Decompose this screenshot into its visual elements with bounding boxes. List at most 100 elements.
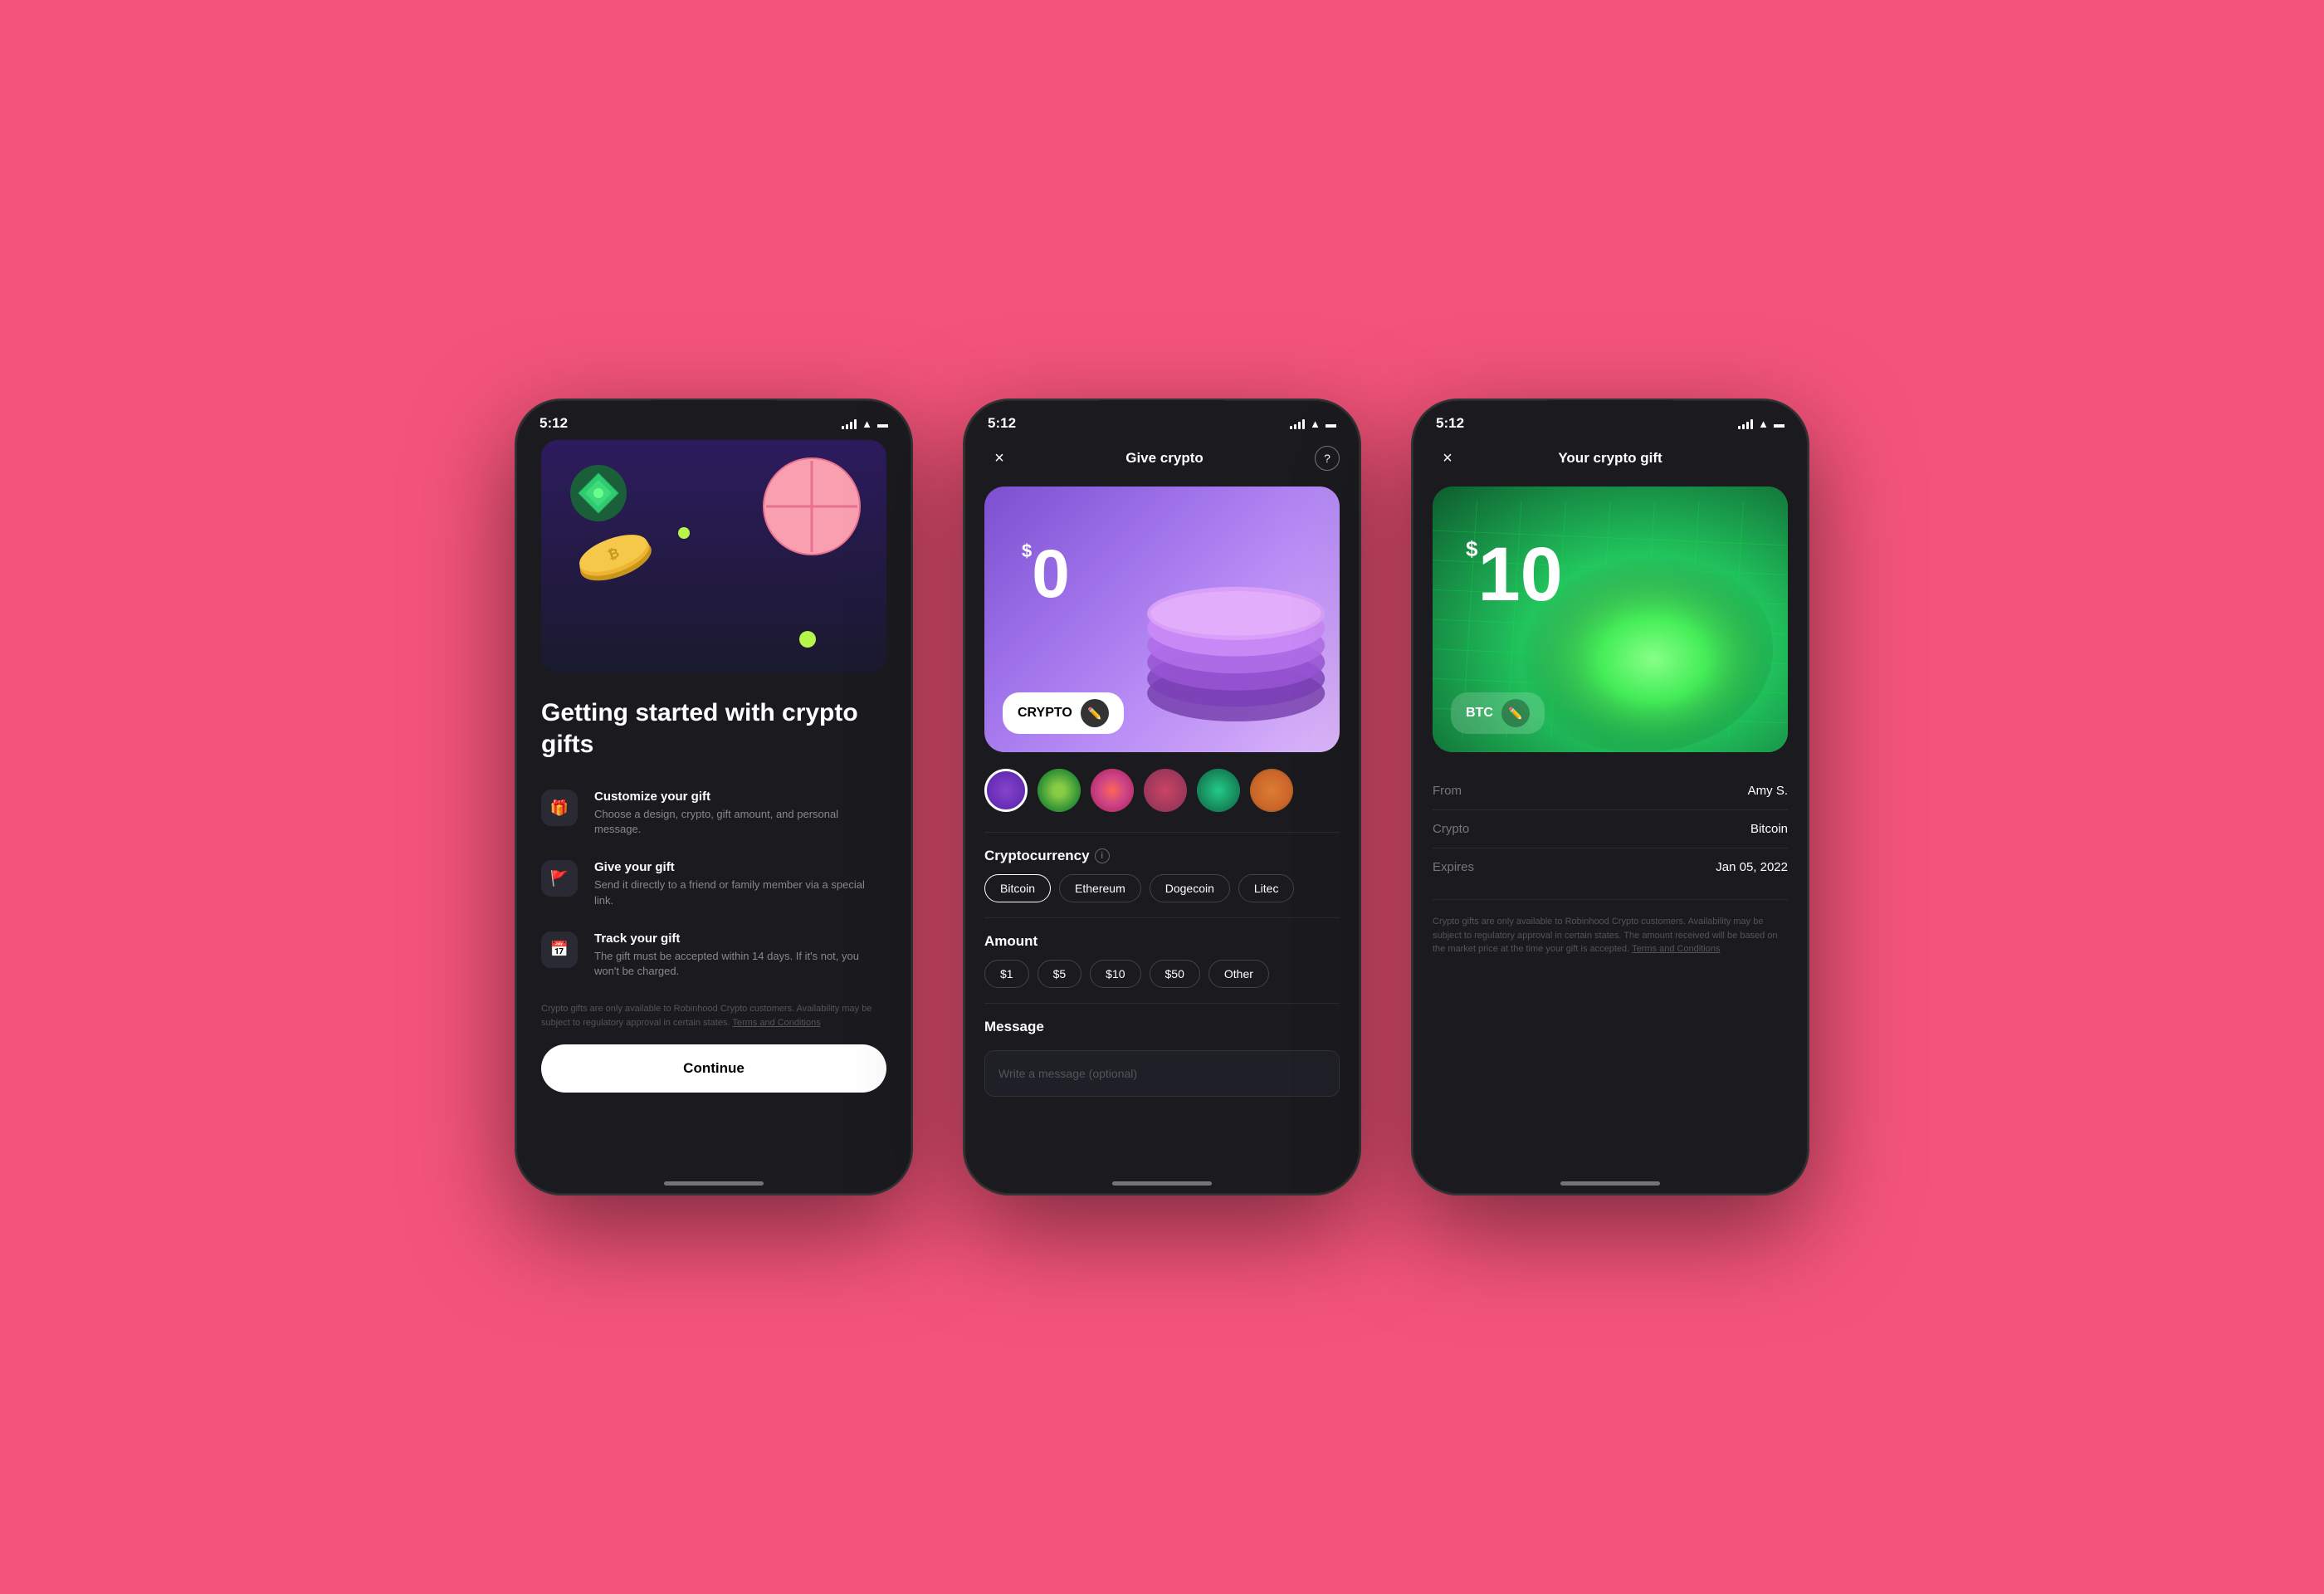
edit-button-3[interactable]: ✏️ bbox=[1501, 699, 1530, 727]
edit-button-2[interactable]: ✏️ bbox=[1081, 699, 1109, 727]
pill-1[interactable]: $1 bbox=[984, 960, 1029, 988]
gift-amount-2: $0 bbox=[1022, 540, 1070, 609]
design-circle-3[interactable] bbox=[1091, 769, 1134, 812]
divider-phone3 bbox=[1433, 899, 1788, 900]
home-indicator-3 bbox=[1560, 1181, 1660, 1186]
phones-container: 5:12 ▲ ▬ bbox=[515, 398, 1809, 1196]
amount-section-title: Amount bbox=[984, 933, 1340, 950]
amount-value-2: 0 bbox=[1032, 536, 1070, 612]
pink-coin-icon bbox=[762, 457, 862, 556]
battery-icon-3: ▬ bbox=[1774, 418, 1784, 430]
divider-3 bbox=[984, 1003, 1340, 1004]
wifi-icon-3: ▲ bbox=[1758, 418, 1769, 430]
from-label: From bbox=[1433, 784, 1462, 798]
message-section: Message bbox=[964, 1019, 1360, 1035]
close-button-2[interactable]: × bbox=[984, 443, 1014, 473]
status-icons-1: ▲ ▬ bbox=[842, 418, 888, 430]
pill-ethereum[interactable]: Ethereum bbox=[1059, 874, 1141, 902]
feature-title-give: Give your gift bbox=[594, 860, 886, 874]
gift-card-3: $10 BTC ✏️ bbox=[1433, 487, 1788, 752]
signal-icon-1 bbox=[842, 418, 857, 429]
amount-section: Amount $1 $5 $10 $50 Other bbox=[964, 933, 1360, 988]
time-3: 5:12 bbox=[1436, 415, 1464, 432]
pill-bitcoin[interactable]: Bitcoin bbox=[984, 874, 1051, 902]
crypto-pills: Bitcoin Ethereum Dogecoin Litec bbox=[984, 874, 1340, 902]
yellow-coin-icon: ₿ bbox=[579, 523, 653, 598]
feature-title-customize: Customize your gift bbox=[594, 790, 886, 804]
design-circle-6[interactable] bbox=[1250, 769, 1293, 812]
amount-pills: $1 $5 $10 $50 Other bbox=[984, 960, 1340, 988]
crypto-value: Bitcoin bbox=[1750, 822, 1788, 836]
pill-10[interactable]: $10 bbox=[1090, 960, 1140, 988]
header-title-2: Give crypto bbox=[1125, 450, 1204, 467]
feature-text-customize: Customize your gift Choose a design, cry… bbox=[594, 790, 886, 837]
phone1-disclaimer-link[interactable]: Terms and Conditions bbox=[732, 1018, 820, 1028]
dollar-sign-2: $ bbox=[1022, 540, 1032, 561]
time-1: 5:12 bbox=[540, 415, 568, 432]
time-2: 5:12 bbox=[988, 415, 1016, 432]
crypto-info-icon[interactable]: i bbox=[1095, 848, 1110, 863]
feature-title-track: Track your gift bbox=[594, 931, 886, 946]
phone1-content: ₿ Getting started with crypto gifts 🎁 bbox=[516, 440, 911, 1196]
design-circle-5[interactable] bbox=[1197, 769, 1240, 812]
divider-2 bbox=[984, 917, 1340, 918]
pill-50[interactable]: $50 bbox=[1150, 960, 1200, 988]
header-title-3: Your crypto gift bbox=[1558, 450, 1662, 467]
info-row-from: From Amy S. bbox=[1433, 772, 1788, 810]
phone-1: 5:12 ▲ ▬ bbox=[515, 398, 913, 1196]
green-coin-icon bbox=[570, 465, 627, 521]
phone1-disclaimer: Crypto gifts are only available to Robin… bbox=[541, 1002, 886, 1029]
phone3-disclaimer: Crypto gifts are only available to Robin… bbox=[1413, 915, 1808, 956]
gift-card-2: $0 CRYPTO ✏️ bbox=[984, 487, 1340, 752]
crypto-label: Crypto bbox=[1433, 822, 1469, 836]
pill-5[interactable]: $5 bbox=[1038, 960, 1082, 988]
signal-icon-2 bbox=[1290, 418, 1305, 429]
close-button-3[interactable]: × bbox=[1433, 443, 1462, 473]
status-icons-3: ▲ ▬ bbox=[1738, 418, 1784, 430]
signal-icon-3 bbox=[1738, 418, 1753, 429]
message-section-title: Message bbox=[984, 1019, 1340, 1035]
wifi-icon-1: ▲ bbox=[862, 418, 872, 430]
feature-desc-track: The gift must be accepted within 14 days… bbox=[594, 949, 886, 979]
dot-small bbox=[678, 527, 690, 539]
phone1-illustration: ₿ bbox=[541, 440, 886, 672]
pill-dogecoin[interactable]: Dogecoin bbox=[1150, 874, 1230, 902]
gift-amount-3: $10 bbox=[1466, 536, 1563, 613]
dollar-sign-3: $ bbox=[1466, 536, 1477, 561]
pill-other[interactable]: Other bbox=[1208, 960, 1269, 988]
feature-desc-customize: Choose a design, crypto, gift amount, an… bbox=[594, 807, 886, 837]
crypto-label-2: CRYPTO bbox=[1018, 706, 1072, 721]
phone-2: 5:12 ▲ ▬ × Give crypto ? bbox=[963, 398, 1361, 1196]
feature-desc-give: Send it directly to a friend or family m… bbox=[594, 878, 886, 907]
info-row-crypto: Crypto Bitcoin bbox=[1433, 810, 1788, 848]
home-indicator-1 bbox=[664, 1181, 764, 1186]
message-input[interactable]: Write a message (optional) bbox=[984, 1050, 1340, 1097]
design-circle-2[interactable] bbox=[1038, 769, 1081, 812]
pill-litecoin[interactable]: Litec bbox=[1238, 874, 1295, 902]
amount-value-3: 10 bbox=[1477, 532, 1562, 617]
notch-3 bbox=[1548, 400, 1672, 425]
feature-item-give: 🚩 Give your gift Send it directly to a f… bbox=[541, 860, 886, 907]
continue-button[interactable]: Continue bbox=[541, 1044, 886, 1093]
btc-label-text: BTC bbox=[1466, 706, 1493, 721]
design-circle-4[interactable] bbox=[1144, 769, 1187, 812]
notch-2 bbox=[1100, 400, 1224, 425]
expires-value: Jan 05, 2022 bbox=[1716, 860, 1788, 874]
help-button-2[interactable]: ? bbox=[1315, 446, 1340, 471]
gift-icon: 🎁 bbox=[541, 790, 578, 826]
divider-1 bbox=[984, 832, 1340, 833]
info-section-3: From Amy S. Crypto Bitcoin Expires Jan 0… bbox=[1413, 772, 1808, 886]
status-icons-2: ▲ ▬ bbox=[1290, 418, 1336, 430]
design-circle-1[interactable] bbox=[984, 769, 1028, 812]
flag-icon: 🚩 bbox=[541, 860, 578, 897]
design-selector-2 bbox=[964, 769, 1360, 812]
gift-card-label-2: CRYPTO ✏️ bbox=[1003, 692, 1124, 734]
notch-1 bbox=[652, 400, 776, 425]
phone3-disclaimer-link[interactable]: Terms and Conditions bbox=[1632, 944, 1720, 954]
crypto-section-title: Cryptocurrency i bbox=[984, 848, 1340, 864]
phone1-title: Getting started with crypto gifts bbox=[541, 697, 886, 760]
feature-text-give: Give your gift Send it directly to a fri… bbox=[594, 860, 886, 907]
home-indicator-2 bbox=[1112, 1181, 1212, 1186]
crypto-section: Cryptocurrency i Bitcoin Ethereum Dogeco… bbox=[964, 848, 1360, 902]
feature-item-customize: 🎁 Customize your gift Choose a design, c… bbox=[541, 790, 886, 837]
